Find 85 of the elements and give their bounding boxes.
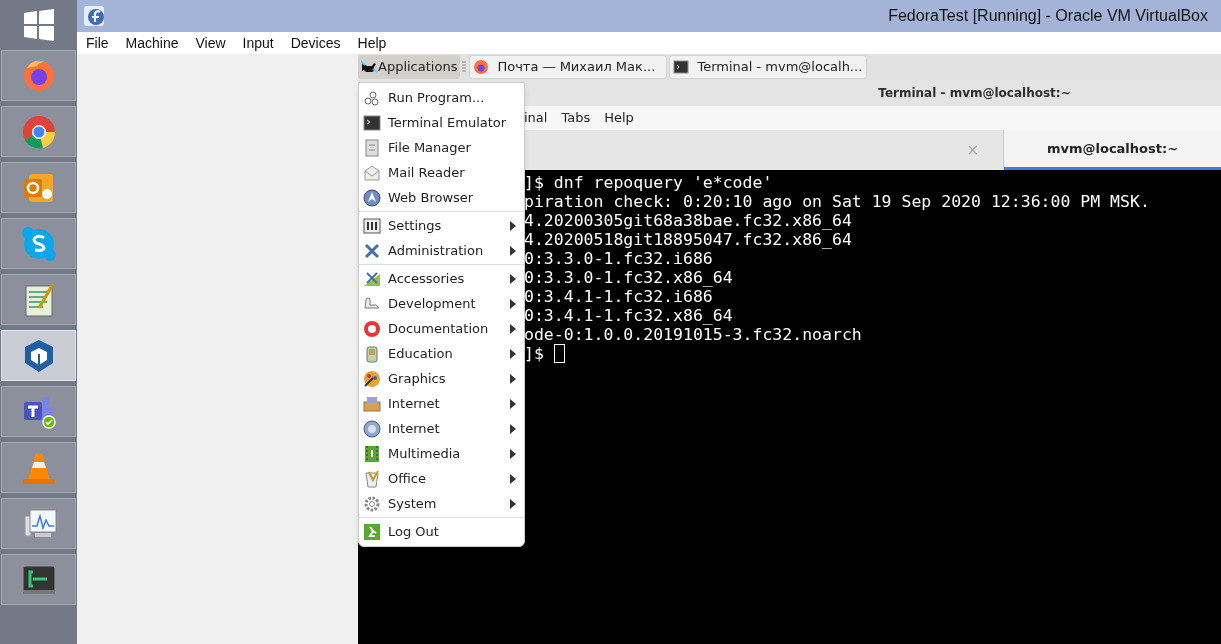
app-icon (363, 216, 381, 235)
menu-item[interactable]: Administration (359, 238, 524, 263)
menu-item[interactable]: Settings (359, 213, 524, 238)
taskbar-item[interactable] (1, 386, 76, 437)
app-icon (363, 394, 381, 413)
app-icon (363, 469, 381, 488)
submenu-arrow-icon (510, 220, 516, 231)
menu-item[interactable]: Mail Reader (359, 160, 524, 185)
app-icon (363, 163, 381, 182)
menu-item[interactable]: Devices (290, 32, 341, 54)
menu-item[interactable]: Web Browser (359, 185, 524, 210)
menu-item[interactable]: Education (359, 341, 524, 366)
taskbar-button[interactable]: Почта — Михаил Мак... (469, 55, 668, 79)
submenu-arrow-icon (510, 448, 516, 459)
app-icon (363, 269, 381, 288)
taskbar-item[interactable] (1, 554, 76, 605)
menu-item[interactable]: Machine (125, 32, 179, 54)
app-icon (363, 419, 381, 438)
submenu-arrow-icon (510, 498, 516, 509)
taskbar-item[interactable] (1, 218, 76, 269)
app-icon (363, 369, 381, 388)
menu-item[interactable]: Internet (359, 416, 524, 441)
app-icon (363, 319, 381, 338)
taskbar-item[interactable] (1, 498, 76, 549)
menu-item[interactable]: File (86, 32, 109, 54)
terminal-line: ]$ (524, 344, 545, 363)
submenu-arrow-icon (510, 245, 516, 256)
taskbar-item[interactable] (1, 106, 76, 157)
taskbar-item[interactable] (1, 274, 76, 325)
app-icon (363, 138, 381, 157)
menu-item[interactable]: File Manager (359, 135, 524, 160)
submenu-arrow-icon (510, 423, 516, 434)
submenu-arrow-icon (510, 398, 516, 409)
menu-item[interactable]: Input (242, 32, 274, 54)
terminal-line: 0:3.3.0-1.fc32.i686 (524, 249, 713, 268)
menu-item[interactable]: Help (604, 108, 634, 128)
terminal-line: 0:3.4.1-1.fc32.i686 (524, 287, 713, 306)
terminal-line: 0:3.3.0-1.fc32.x86_64 (524, 268, 733, 287)
terminal-line: 0:3.4.1-1.fc32.x86_64 (524, 306, 733, 325)
applications-button[interactable]: Applications (358, 55, 461, 79)
menu-item[interactable]: Internet (359, 391, 524, 416)
submenu-arrow-icon (510, 373, 516, 384)
submenu-arrow-icon (510, 298, 516, 309)
menu-item[interactable]: Multimedia (359, 441, 524, 466)
app-icon (83, 5, 105, 27)
terminal-line: piration check: 0:20:10 ago on Sat 19 Sep 2020 12:36:00 PM MSK. (524, 192, 1150, 211)
terminal-line: ]$ dnf repoquery 'e*code' (524, 173, 773, 192)
menu-item[interactable]: inal (524, 108, 548, 128)
submenu-arrow-icon (510, 473, 516, 484)
app-icon (363, 344, 381, 363)
menu-item[interactable]: Run Program... (359, 85, 524, 110)
app-icon (363, 113, 381, 132)
menu-item[interactable]: Accessories (359, 266, 524, 291)
terminal-line: ode-0:1.0.0.20191015-3.fc32.noarch (524, 325, 862, 344)
menu-item[interactable]: Development (359, 291, 524, 316)
menu-item[interactable]: View (195, 32, 226, 54)
app-icon (363, 241, 381, 260)
menu-item[interactable]: Documentation (359, 316, 524, 341)
menu-item[interactable]: Office (359, 466, 524, 491)
menu-item[interactable]: Terminal Emulator (359, 110, 524, 135)
app-icon (363, 494, 381, 513)
taskbar-item[interactable] (1, 162, 76, 213)
menu-item[interactable]: Graphics (359, 366, 524, 391)
windows-logo-icon[interactable] (22, 9, 55, 41)
cursor (553, 344, 565, 363)
terminal-icon (673, 59, 690, 75)
menu-item[interactable]: Help (357, 32, 387, 54)
submenu-arrow-icon (510, 348, 516, 359)
app-icon (363, 444, 381, 463)
app-icon (363, 522, 381, 541)
terminal-line: 4.20200305git68a38bae.fc32.x86_64 (524, 211, 852, 230)
grip-handle-icon[interactable] (462, 60, 468, 74)
submenu-arrow-icon (510, 323, 516, 334)
menu-item[interactable]: System (359, 491, 524, 516)
app-icon (363, 88, 381, 107)
terminal-tab[interactable]: mvm@localhost:~ (1004, 130, 1221, 170)
terminal-title: Terminal - mvm@localhost:~ (878, 85, 1071, 102)
app-icon (363, 188, 381, 207)
taskbar-button[interactable]: Terminal - mvm@localh... (669, 55, 868, 79)
menu-item[interactable]: Log Out (359, 519, 524, 544)
terminal-line: 4.20200518git18895047.fc32.x86_64 (524, 230, 852, 249)
firefox-icon (473, 59, 490, 75)
submenu-arrow-icon (510, 273, 516, 284)
window-title: FedoraTest [Running] - Oracle VM VirtualBox (888, 6, 1208, 26)
menu-item[interactable]: Tabs (561, 108, 591, 128)
